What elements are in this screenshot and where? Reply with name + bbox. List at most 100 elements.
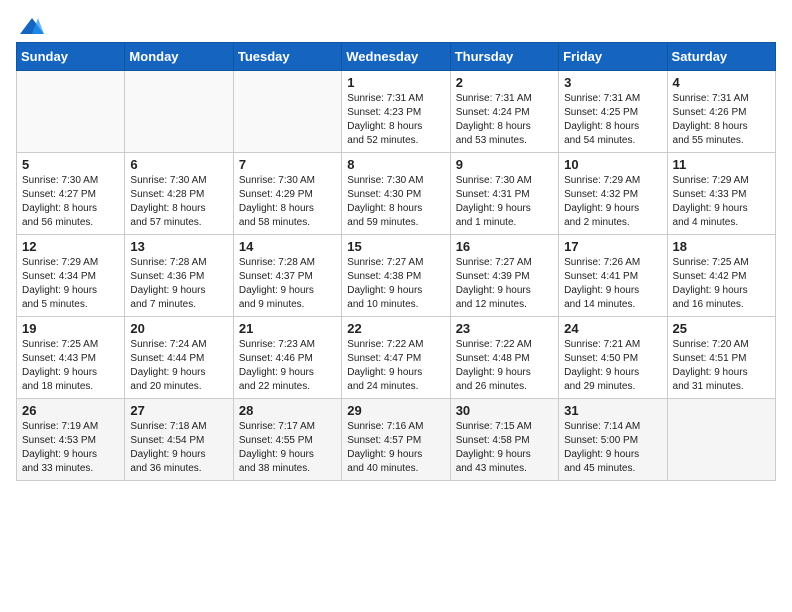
day-info: Sunrise: 7:28 AM Sunset: 4:36 PM Dayligh… [130, 256, 227, 312]
calendar-cell: 6 Sunrise: 7:30 AM Sunset: 4:28 PM Daylig… [125, 153, 233, 235]
day-info: Sunrise: 7:22 AM Sunset: 4:48 PM Dayligh… [456, 338, 553, 394]
day-of-week-header: Wednesday [342, 43, 450, 71]
day-number: 12 [22, 239, 119, 254]
day-number: 28 [239, 403, 336, 418]
calendar-cell: 27Sunrise: 7:18 AM Sunset: 4:54 PM Dayli… [125, 399, 233, 481]
day-info: Sunrise: 7:31 AM Sunset: 4:24 PM Dayligh… [456, 92, 553, 148]
day-info: Sunrise: 7:23 AM Sunset: 4:46 PM Dayligh… [239, 338, 336, 394]
day-info: Sunrise: 7:20 AM Sunset: 4:51 PM Dayligh… [673, 338, 770, 394]
day-number: 9 [456, 157, 553, 172]
day-number: 6 [130, 157, 227, 172]
calendar-cell: 21 Sunrise: 7:23 AM Sunset: 4:46 PM Dayli… [233, 317, 341, 399]
day-info: Sunrise: 7:30 AM Sunset: 4:30 PM Dayligh… [347, 174, 444, 230]
calendar-cell: 26Sunrise: 7:19 AM Sunset: 4:53 PM Dayli… [17, 399, 125, 481]
day-number: 18 [673, 239, 770, 254]
calendar-cell: 7Sunrise: 7:30 AM Sunset: 4:29 PM Daylig… [233, 153, 341, 235]
day-info: Sunrise: 7:22 AM Sunset: 4:47 PM Dayligh… [347, 338, 444, 394]
page-header [16, 16, 776, 32]
day-info: Sunrise: 7:29 AM Sunset: 4:32 PM Dayligh… [564, 174, 661, 230]
logo-icon [18, 16, 46, 36]
day-info: Sunrise: 7:26 AM Sunset: 4:41 PM Dayligh… [564, 256, 661, 312]
calendar-cell: 15 Sunrise: 7:27 AM Sunset: 4:38 PM Dayli… [342, 235, 450, 317]
calendar-cell: 24 Sunrise: 7:21 AM Sunset: 4:50 PM Dayli… [559, 317, 667, 399]
day-info: Sunrise: 7:27 AM Sunset: 4:39 PM Dayligh… [456, 256, 553, 312]
day-info: Sunrise: 7:25 AM Sunset: 4:42 PM Dayligh… [673, 256, 770, 312]
day-info: Sunrise: 7:24 AM Sunset: 4:44 PM Dayligh… [130, 338, 227, 394]
calendar-cell: 2 Sunrise: 7:31 AM Sunset: 4:24 PM Daylig… [450, 71, 558, 153]
day-number: 10 [564, 157, 661, 172]
calendar-week-row: 19 Sunrise: 7:25 AM Sunset: 4:43 PM Dayli… [17, 317, 776, 399]
logo [16, 16, 46, 32]
calendar-cell: 28 Sunrise: 7:17 AM Sunset: 4:55 PM Dayli… [233, 399, 341, 481]
calendar-week-row: 1 Sunrise: 7:31 AM Sunset: 4:23 PM Daylig… [17, 71, 776, 153]
day-info: Sunrise: 7:21 AM Sunset: 4:50 PM Dayligh… [564, 338, 661, 394]
day-number: 31 [564, 403, 661, 418]
calendar-cell: 17 Sunrise: 7:26 AM Sunset: 4:41 PM Dayli… [559, 235, 667, 317]
day-number: 11 [673, 157, 770, 172]
day-number: 8 [347, 157, 444, 172]
day-info: Sunrise: 7:29 AM Sunset: 4:33 PM Dayligh… [673, 174, 770, 230]
day-number: 1 [347, 75, 444, 90]
day-of-week-header: Tuesday [233, 43, 341, 71]
calendar-cell: 8 Sunrise: 7:30 AM Sunset: 4:30 PM Daylig… [342, 153, 450, 235]
day-info: Sunrise: 7:17 AM Sunset: 4:55 PM Dayligh… [239, 420, 336, 476]
day-number: 2 [456, 75, 553, 90]
day-of-week-header: Saturday [667, 43, 775, 71]
calendar-cell: 12 Sunrise: 7:29 AM Sunset: 4:34 PM Dayli… [17, 235, 125, 317]
calendar-cell: 16Sunrise: 7:27 AM Sunset: 4:39 PM Dayli… [450, 235, 558, 317]
calendar-cell: 30 Sunrise: 7:15 AM Sunset: 4:58 PM Dayli… [450, 399, 558, 481]
day-info: Sunrise: 7:28 AM Sunset: 4:37 PM Dayligh… [239, 256, 336, 312]
calendar-cell: 20 Sunrise: 7:24 AM Sunset: 4:44 PM Dayli… [125, 317, 233, 399]
day-number: 20 [130, 321, 227, 336]
calendar-cell: 9 Sunrise: 7:30 AM Sunset: 4:31 PM Daylig… [450, 153, 558, 235]
calendar-cell: 18 Sunrise: 7:25 AM Sunset: 4:42 PM Dayli… [667, 235, 775, 317]
calendar-cell: 1 Sunrise: 7:31 AM Sunset: 4:23 PM Daylig… [342, 71, 450, 153]
day-number: 30 [456, 403, 553, 418]
day-number: 26 [22, 403, 119, 418]
day-number: 27 [130, 403, 227, 418]
day-info: Sunrise: 7:31 AM Sunset: 4:26 PM Dayligh… [673, 92, 770, 148]
calendar-cell: 4Sunrise: 7:31 AM Sunset: 4:26 PM Daylig… [667, 71, 775, 153]
calendar-cell: 19 Sunrise: 7:25 AM Sunset: 4:43 PM Dayli… [17, 317, 125, 399]
day-of-week-header: Thursday [450, 43, 558, 71]
calendar-cell: 23Sunrise: 7:22 AM Sunset: 4:48 PM Dayli… [450, 317, 558, 399]
calendar-cell: 11 Sunrise: 7:29 AM Sunset: 4:33 PM Dayli… [667, 153, 775, 235]
calendar-week-row: 12 Sunrise: 7:29 AM Sunset: 4:34 PM Dayli… [17, 235, 776, 317]
day-info: Sunrise: 7:29 AM Sunset: 4:34 PM Dayligh… [22, 256, 119, 312]
day-number: 13 [130, 239, 227, 254]
calendar-week-row: 26Sunrise: 7:19 AM Sunset: 4:53 PM Dayli… [17, 399, 776, 481]
calendar-cell [17, 71, 125, 153]
day-of-week-header: Sunday [17, 43, 125, 71]
day-number: 15 [347, 239, 444, 254]
day-info: Sunrise: 7:15 AM Sunset: 4:58 PM Dayligh… [456, 420, 553, 476]
day-info: Sunrise: 7:31 AM Sunset: 4:23 PM Dayligh… [347, 92, 444, 148]
day-info: Sunrise: 7:27 AM Sunset: 4:38 PM Dayligh… [347, 256, 444, 312]
day-info: Sunrise: 7:30 AM Sunset: 4:28 PM Dayligh… [130, 174, 227, 230]
day-info: Sunrise: 7:30 AM Sunset: 4:31 PM Dayligh… [456, 174, 553, 230]
day-number: 24 [564, 321, 661, 336]
calendar-cell: 31Sunrise: 7:14 AM Sunset: 5:00 PM Dayli… [559, 399, 667, 481]
calendar-cell [667, 399, 775, 481]
calendar-cell: 22 Sunrise: 7:22 AM Sunset: 4:47 PM Dayli… [342, 317, 450, 399]
day-number: 29 [347, 403, 444, 418]
day-number: 25 [673, 321, 770, 336]
calendar-week-row: 5Sunrise: 7:30 AM Sunset: 4:27 PM Daylig… [17, 153, 776, 235]
day-info: Sunrise: 7:25 AM Sunset: 4:43 PM Dayligh… [22, 338, 119, 394]
day-number: 3 [564, 75, 661, 90]
day-number: 17 [564, 239, 661, 254]
calendar-cell: 3 Sunrise: 7:31 AM Sunset: 4:25 PM Daylig… [559, 71, 667, 153]
day-info: Sunrise: 7:31 AM Sunset: 4:25 PM Dayligh… [564, 92, 661, 148]
day-info: Sunrise: 7:16 AM Sunset: 4:57 PM Dayligh… [347, 420, 444, 476]
day-number: 22 [347, 321, 444, 336]
day-number: 5 [22, 157, 119, 172]
calendar-cell: 29 Sunrise: 7:16 AM Sunset: 4:57 PM Dayli… [342, 399, 450, 481]
day-number: 19 [22, 321, 119, 336]
day-number: 21 [239, 321, 336, 336]
calendar-cell [233, 71, 341, 153]
day-number: 7 [239, 157, 336, 172]
calendar-header-row: SundayMondayTuesdayWednesdayThursdayFrid… [17, 43, 776, 71]
calendar-cell: 5Sunrise: 7:30 AM Sunset: 4:27 PM Daylig… [17, 153, 125, 235]
calendar-table: SundayMondayTuesdayWednesdayThursdayFrid… [16, 42, 776, 481]
calendar-cell: 14Sunrise: 7:28 AM Sunset: 4:37 PM Dayli… [233, 235, 341, 317]
calendar-cell: 13 Sunrise: 7:28 AM Sunset: 4:36 PM Dayli… [125, 235, 233, 317]
